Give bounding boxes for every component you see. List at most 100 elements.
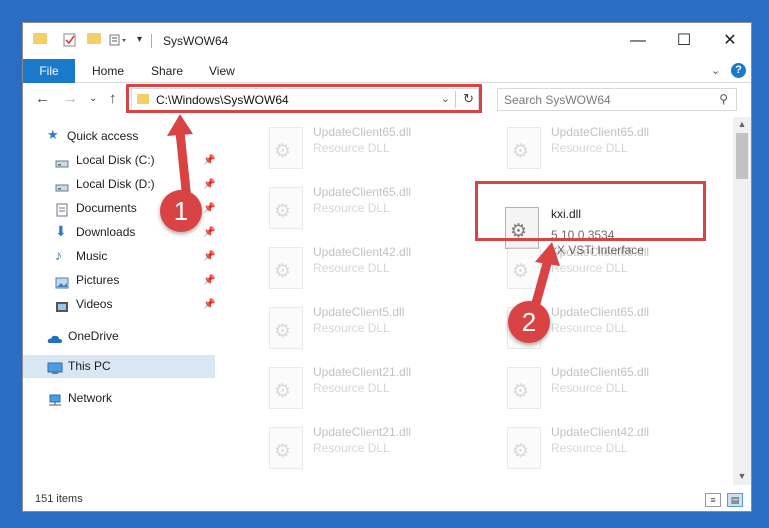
file-tile[interactable]: ⚙ UpdateClient5.dll Resource DLL [249, 297, 479, 353]
up-arrow-icon[interactable]: ↑ [109, 90, 117, 107]
sidebar-item-label: OneDrive [68, 329, 119, 343]
pin-icon[interactable]: 📌 [203, 197, 215, 220]
file-type: Resource DLL [313, 441, 390, 455]
details-view-icon[interactable]: ≡ [705, 493, 721, 507]
sidebar-item-label: This PC [68, 359, 111, 373]
tiles-view-icon[interactable]: ▤ [727, 493, 743, 507]
sidebar-item-label: Downloads [76, 225, 136, 239]
file-tile[interactable]: ⚙ UpdateClient65.dll Resource DLL [487, 357, 717, 413]
close-button[interactable]: ✕ [707, 23, 753, 59]
sidebar-item-videos[interactable]: Videos 📌 [23, 293, 215, 316]
sidebar-item-this-pc[interactable]: This PC [23, 355, 215, 378]
file-tile[interactable]: ⚙ UpdateClient65.dll Resource DLL [249, 117, 479, 173]
maximize-button[interactable]: ☐ [661, 23, 707, 59]
tab-view[interactable]: View [209, 59, 235, 83]
file-tile[interactable]: ⚙ UpdateClient21.dll Resource DLL [249, 357, 479, 413]
search-icon[interactable]: ⚲ [719, 92, 728, 106]
downloads-icon: ⬇ [55, 223, 67, 239]
pin-icon[interactable]: 📌 [203, 173, 215, 196]
sidebar-item-label: Pictures [76, 273, 120, 287]
search-input[interactable]: Search SysWOW64 ⚲ [497, 88, 737, 111]
recent-locations-icon[interactable]: ⌄ [89, 93, 97, 104]
file-name: UpdateClient65.dll [551, 125, 650, 139]
pin-icon[interactable]: 📌 [203, 221, 215, 244]
file-name: UpdateClient42.dll [551, 425, 650, 439]
scroll-up-icon[interactable]: ▲ [733, 119, 751, 129]
file-type: Resource DLL [313, 201, 390, 215]
chevron-down-icon[interactable]: ▾ [137, 34, 142, 45]
file-highlight-box [475, 181, 706, 241]
file-type: Resource DLL [551, 141, 628, 155]
file-name: UpdateClient65.dll [551, 245, 650, 259]
tab-home[interactable]: Home [92, 59, 124, 83]
file-type: Resource DLL [313, 321, 390, 335]
pin-icon[interactable]: 📌 [203, 269, 215, 292]
dll-file-icon: ⚙ [269, 367, 303, 409]
folder-icon [33, 33, 47, 44]
sidebar-item-label: Videos [76, 297, 113, 311]
dll-file-icon: ⚙ [507, 427, 541, 469]
pin-icon[interactable]: 📌 [203, 149, 215, 172]
documents-icon [55, 202, 69, 217]
file-type: Resource DLL [551, 321, 628, 335]
help-icon[interactable]: ? [731, 63, 746, 78]
navigation-pane: ★ Quick access Local Disk (C:) 📌 Local D… [23, 117, 217, 485]
dll-file-icon: ⚙ [507, 127, 541, 169]
dll-file-icon: ⚙ [269, 187, 303, 229]
sidebar-item-onedrive[interactable]: OneDrive [23, 325, 215, 348]
sidebar-item-pictures[interactable]: Pictures 📌 [23, 269, 215, 292]
file-tile[interactable]: ⚙ UpdateClient65.dll Resource DLL [487, 237, 717, 293]
file-tile[interactable]: ⚙ UpdateClient65.dll Resource DLL [487, 117, 717, 173]
forward-arrow-icon[interactable]: → [63, 90, 78, 107]
status-bar: 151 items ≡ ▤ [23, 489, 751, 511]
file-tile[interactable]: ⚙ UpdateClient42.dll Resource DLL [487, 417, 717, 473]
address-highlight-box [126, 84, 482, 113]
file-type: Resource DLL [551, 441, 628, 455]
minimize-button[interactable]: — [615, 23, 661, 59]
videos-icon [55, 298, 69, 312]
file-type: Resource DLL [551, 381, 628, 395]
pc-icon [47, 360, 63, 374]
properties-icon[interactable] [63, 33, 77, 50]
vertical-scrollbar[interactable]: ▲ ▼ [733, 117, 751, 485]
file-type: Resource DLL [551, 261, 628, 275]
dll-file-icon: ⚙ [507, 247, 541, 289]
pin-icon[interactable]: 📌 [203, 293, 215, 316]
file-name: UpdateClient65.dll [313, 125, 412, 139]
scroll-down-icon[interactable]: ▼ [733, 471, 751, 481]
item-count: 151 items [35, 493, 83, 505]
sidebar-item-music[interactable]: ♪ Music 📌 [23, 245, 215, 268]
network-icon [47, 392, 61, 406]
sidebar-item-quick-access[interactable]: ★ Quick access [23, 125, 215, 148]
step-marker-2: 2 [508, 301, 550, 343]
file-type: Resource DLL [313, 381, 390, 395]
dll-file-icon: ⚙ [269, 307, 303, 349]
tab-share[interactable]: Share [151, 59, 183, 83]
title-bar: ▾ SysWOW64 — ☐ ✕ [23, 23, 751, 59]
file-list: ⚙ UpdateClient65.dll Resource DLL ⚙ Upda… [223, 117, 733, 485]
file-tile[interactable]: ⚙ UpdateClient65.dll Resource DLL [249, 177, 479, 233]
new-folder-icon[interactable] [87, 33, 101, 44]
dll-file-icon: ⚙ [269, 427, 303, 469]
file-name: UpdateClient21.dll [313, 365, 412, 379]
tab-file[interactable]: File [23, 59, 75, 83]
sidebar-item-label: Local Disk (C:) [76, 153, 155, 167]
sidebar-item-network[interactable]: Network [23, 387, 215, 410]
ribbon-tabs: File Home Share View ⌄ ? [23, 59, 751, 83]
sidebar-item-label: Music [76, 249, 108, 263]
file-name: UpdateClient65.dll [551, 305, 650, 319]
window-title: SysWOW64 [163, 34, 229, 48]
drive-icon [55, 178, 69, 192]
file-name: UpdateClient42.dll [313, 245, 412, 259]
file-tile[interactable]: ⚙ UpdateClient42.dll Resource DLL [249, 237, 479, 293]
back-arrow-icon[interactable]: ← [35, 90, 50, 107]
file-name: UpdateClient21.dll [313, 425, 412, 439]
onedrive-icon [47, 330, 62, 343]
pin-icon[interactable]: 📌 [203, 245, 215, 268]
scrollbar-thumb[interactable] [736, 133, 748, 179]
customize-toolbar-icon[interactable] [109, 33, 131, 50]
sidebar-item-local-disk-c[interactable]: Local Disk (C:) 📌 [23, 149, 215, 172]
expand-ribbon-icon[interactable]: ⌄ [711, 64, 720, 77]
sidebar-item-label: Network [68, 391, 113, 405]
file-tile[interactable]: ⚙ UpdateClient21.dll Resource DLL [249, 417, 479, 473]
